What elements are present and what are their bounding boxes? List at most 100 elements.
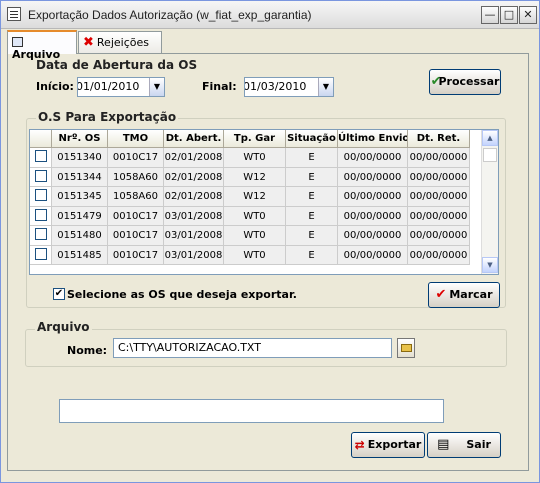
cell-dt-abert: 03/01/2008 [164,206,224,226]
cell-dt-ret: 00/00/0000 [408,167,470,187]
os-group-label: O.S Para Exportação [36,110,179,124]
minimize-button[interactable]: — [481,6,499,24]
cell-os: 0151345 [52,187,108,207]
cell-situacao: E [286,187,338,207]
file-name-input[interactable]: C:\TTY\AUTORIZACAO.TXT [113,338,392,358]
cell-os: 0151485 [52,245,108,265]
cell-tmo: 0010C17 [108,148,164,168]
grid-vertical-scrollbar[interactable]: ▲ ▼ [481,130,498,274]
col-header-dt-ret[interactable]: Dt. Ret. [408,130,470,148]
end-label: Final: [202,80,237,93]
exit-icon: ▤ [437,437,450,452]
exit-button-label: Sair [466,438,491,451]
select-os-checkbox[interactable]: ✔ Selecione as OS que deseja exportar. [53,288,297,301]
window-title: Exportação Dados Autorização (w_fiat_exp… [28,8,312,22]
start-date-combo[interactable]: 01/01/2010 ▼ [77,77,165,97]
cell-os: 0151479 [52,206,108,226]
cell-os: 0151480 [52,226,108,246]
close-button[interactable]: ✕ [519,6,537,24]
scroll-down-icon[interactable]: ▼ [482,257,498,273]
chevron-down-icon[interactable]: ▼ [318,78,333,96]
cell-dt-abert: 02/01/2008 [164,148,224,168]
cell-ultimo-envio: 00/00/0000 [338,187,408,207]
cell-tmo: 1058A60 [108,167,164,187]
row-checkbox[interactable] [34,247,47,260]
folder-icon [400,344,412,352]
tab-arquivo[interactable]: Arquivo [7,30,77,61]
cell-tmo: 0010C17 [108,245,164,265]
mark-button-label: Marcar [449,288,493,301]
table-row[interactable]: 0151340 0010C17 02/01/2008 WT0 E 00/00/0… [30,148,470,168]
end-date-value: 01/03/2010 [244,80,307,93]
browse-folder-button[interactable] [397,338,415,358]
chevron-down-icon[interactable]: ▼ [149,78,164,96]
cell-os: 0151340 [52,148,108,168]
cell-ultimo-envio: 00/00/0000 [338,245,408,265]
os-grid[interactable]: Nrº. OS TMO Dt. Abert. Tp. Gar Situação … [29,129,499,275]
cell-situacao: E [286,167,338,187]
row-checkbox[interactable] [34,169,47,182]
export-button[interactable]: ⇄ Exportar [351,432,425,458]
red-check-icon: ✔ [435,287,447,302]
cell-dt-ret: 00/00/0000 [408,206,470,226]
table-row[interactable]: 0151344 1058A60 02/01/2008 W12 E 00/00/0… [30,167,470,187]
main-window: Exportação Dados Autorização (w_fiat_exp… [0,0,540,483]
grid-body: 0151340 0010C17 02/01/2008 WT0 E 00/00/0… [30,148,470,265]
end-date-combo[interactable]: 01/03/2010 ▼ [244,77,334,97]
table-row[interactable]: 0151479 0010C17 03/01/2008 WT0 E 00/00/0… [30,206,470,226]
process-button-label: Processar [438,75,500,88]
cell-ultimo-envio: 00/00/0000 [338,206,408,226]
mark-button[interactable]: ✔ Marcar [428,282,500,308]
tab-rejeicoes[interactable]: ✖ Rejeições [78,31,162,53]
table-row[interactable]: 0151485 0010C17 03/01/2008 WT0 E 00/00/0… [30,245,470,265]
cell-tp-gar: W12 [224,167,286,187]
cell-ultimo-envio: 00/00/0000 [338,167,408,187]
process-button[interactable]: ✔Processar [429,69,501,95]
cell-dt-ret: 00/00/0000 [408,187,470,207]
col-header-dt-abert[interactable]: Dt. Abert. [164,130,224,148]
red-x-icon: ✖ [83,35,94,50]
cell-tp-gar: W12 [224,187,286,207]
row-checkbox[interactable] [34,208,47,221]
cell-ultimo-envio: 00/00/0000 [338,148,408,168]
cell-situacao: E [286,148,338,168]
scroll-up-icon[interactable]: ▲ [482,130,498,146]
col-header-tp-gar[interactable]: Tp. Gar [224,130,286,148]
cell-ultimo-envio: 00/00/0000 [338,226,408,246]
col-header-os[interactable]: Nrº. OS [52,130,108,148]
cell-dt-abert: 03/01/2008 [164,226,224,246]
col-header-situacao[interactable]: Situação [286,130,338,148]
exit-button[interactable]: ▤ Sair [427,432,501,458]
cell-dt-abert: 03/01/2008 [164,245,224,265]
checkmark-icon[interactable]: ✔ [53,288,65,300]
col-header-check[interactable] [30,130,52,148]
cell-dt-abert: 02/01/2008 [164,187,224,207]
cell-tp-gar: WT0 [224,148,286,168]
scroll-thumb[interactable] [483,148,497,162]
select-os-label: Selecione as OS que deseja exportar. [67,288,297,301]
table-row[interactable]: 0151345 1058A60 02/01/2008 W12 E 00/00/0… [30,187,470,207]
cell-dt-ret: 00/00/0000 [408,245,470,265]
cell-tmo: 0010C17 [108,226,164,246]
tab-rejeicoes-label: Rejeições [96,36,149,49]
cell-dt-abert: 02/01/2008 [164,167,224,187]
maximize-button[interactable]: □ [500,6,518,24]
cell-situacao: E [286,226,338,246]
period-group-label: Data de Abertura da OS [36,58,198,72]
tab-arquivo-label: Arquivo [12,48,61,61]
cell-dt-ret: 00/00/0000 [408,148,470,168]
row-checkbox[interactable] [34,150,47,162]
row-checkbox[interactable] [34,228,47,240]
cell-tp-gar: WT0 [224,245,286,265]
row-checkbox[interactable] [34,189,47,201]
export-button-label: Exportar [367,438,422,451]
cell-tmo: 0010C17 [108,206,164,226]
cell-tp-gar: WT0 [224,206,286,226]
col-header-tmo[interactable]: TMO [108,130,164,148]
file-group-label: Arquivo [35,320,92,334]
title-bar[interactable]: Exportação Dados Autorização (w_fiat_exp… [1,1,539,29]
col-header-ultimo-envio[interactable]: Último Envio [338,130,408,148]
list-icon [12,37,23,47]
table-row[interactable]: 0151480 0010C17 03/01/2008 WT0 E 00/00/0… [30,226,470,246]
cell-dt-ret: 00/00/0000 [408,226,470,246]
